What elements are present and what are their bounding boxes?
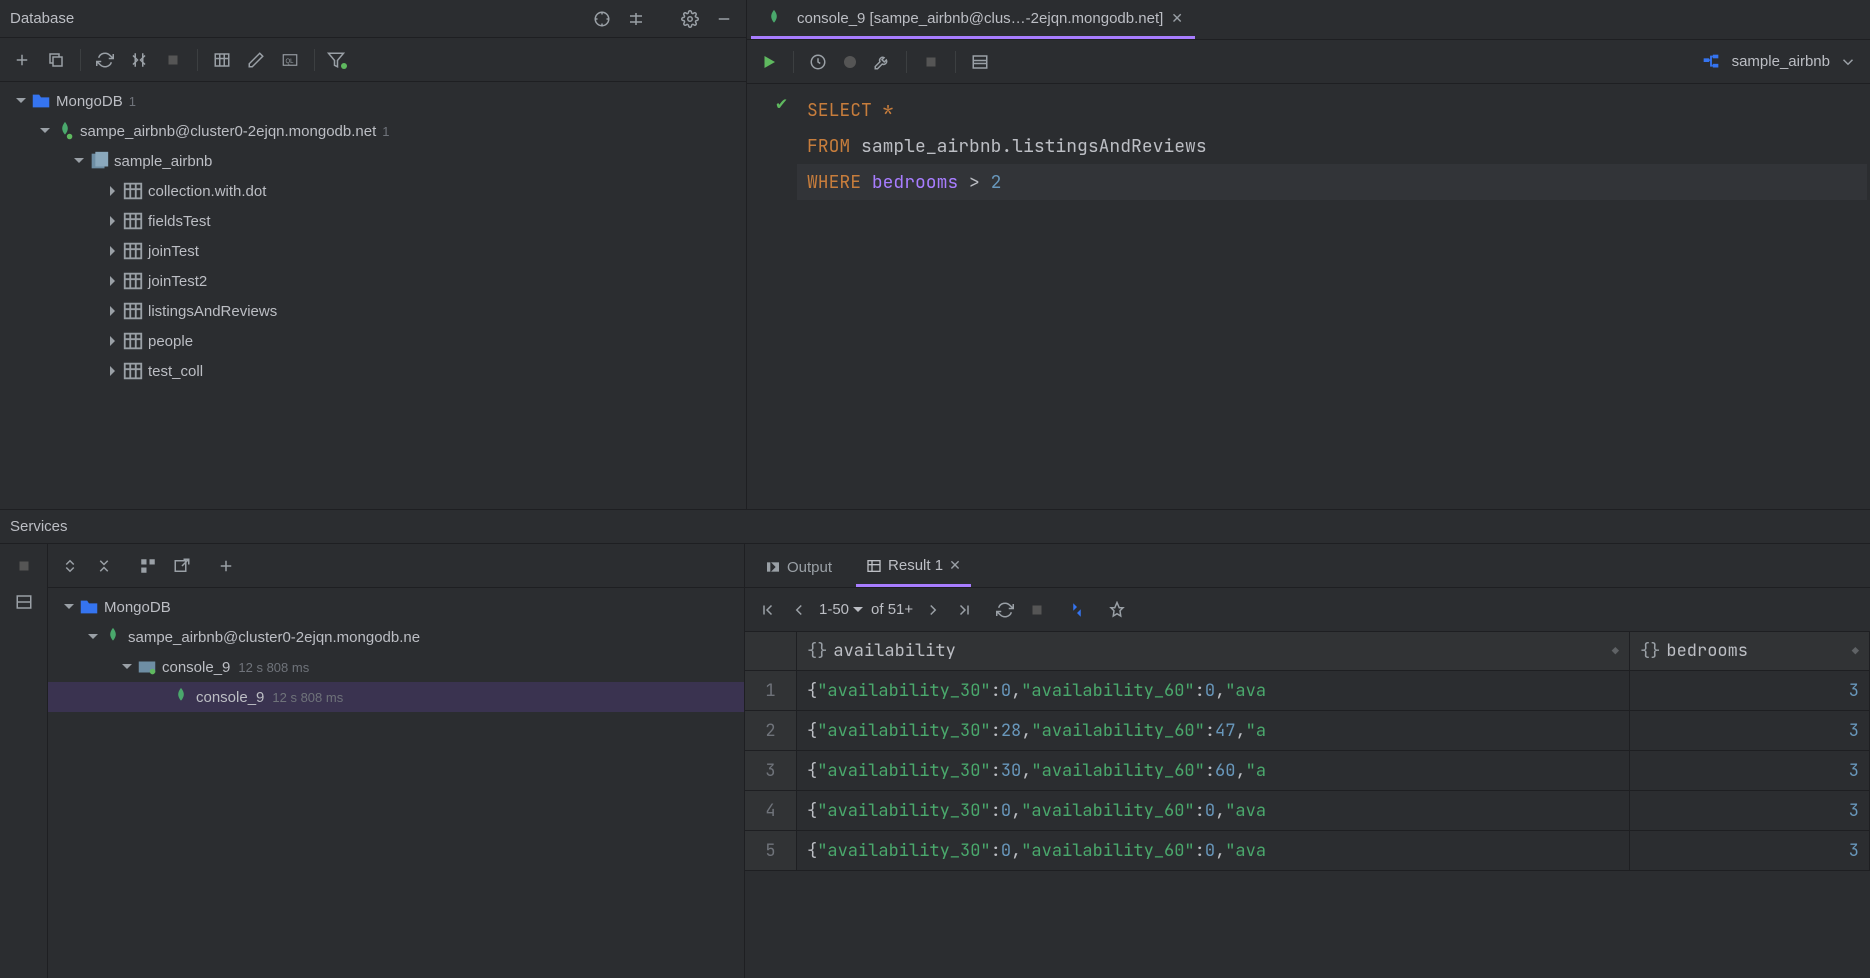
collapse-all-icon[interactable] xyxy=(92,554,116,578)
services-tree: MongoDB sampe_airbnb@cluster0-2ejqn.mong… xyxy=(48,588,744,978)
layout-icon[interactable] xyxy=(12,590,36,614)
duplicate-icon[interactable] xyxy=(44,48,68,72)
svc-console-item[interactable]: console_9 12 s 808 ms xyxy=(48,682,744,712)
tree-schema[interactable]: sample_airbnb xyxy=(0,146,746,176)
diff-icon[interactable] xyxy=(127,48,151,72)
last-page-icon[interactable] xyxy=(953,598,977,622)
stop-services-icon[interactable] xyxy=(12,554,36,578)
tree-collection[interactable]: joinTest2 xyxy=(0,266,746,296)
svg-text:QL: QL xyxy=(286,59,295,65)
rollback-icon[interactable] xyxy=(838,50,862,74)
tree-datasource[interactable]: sampe_airbnb@cluster0-2ejqn.mongodb.net … xyxy=(0,116,746,146)
pin-icon[interactable] xyxy=(1105,598,1129,622)
compare-icon[interactable] xyxy=(1065,598,1089,622)
result-view-icon[interactable] xyxy=(968,50,992,74)
svc-datasource[interactable]: sampe_airbnb@cluster0-2ejqn.mongodb.ne xyxy=(48,622,744,652)
schema-icon xyxy=(1700,51,1722,73)
prev-page-icon[interactable] xyxy=(787,598,811,622)
results-panel: Output Result 1 ✕ 1-50 of 51+ xyxy=(745,544,1870,978)
next-page-icon[interactable] xyxy=(921,598,945,622)
wrench-icon[interactable] xyxy=(870,50,894,74)
editor-tab-console9[interactable]: console_9 [sampe_airbnb@clus…-2ejqn.mong… xyxy=(751,1,1195,39)
database-toolbar: QL xyxy=(0,38,746,82)
edit-icon[interactable] xyxy=(244,48,268,72)
tree-collection[interactable]: collection.with.dot xyxy=(0,176,746,206)
target-icon[interactable] xyxy=(590,7,614,31)
svc-root-mongodb[interactable]: MongoDB xyxy=(48,592,744,622)
results-table[interactable]: {} availability ◆ {} bedrooms ◆ 1{"avail… xyxy=(745,632,1870,978)
stop-icon[interactable] xyxy=(161,48,185,72)
add-icon[interactable] xyxy=(10,48,34,72)
filter-icon[interactable] xyxy=(327,48,351,72)
database-panel: Database QL xyxy=(0,0,747,509)
svc-console-group[interactable]: console_9 12 s 808 ms xyxy=(48,652,744,682)
open-new-icon[interactable] xyxy=(170,554,194,578)
tree-collection[interactable]: fieldsTest xyxy=(0,206,746,236)
chevron-down-icon[interactable] xyxy=(1836,50,1860,74)
tree-root-mongodb[interactable]: MongoDB 1 xyxy=(0,86,746,116)
schema-indicator[interactable]: sample_airbnb xyxy=(1732,53,1830,70)
services-toolbar xyxy=(48,544,744,588)
close-result-icon[interactable]: ✕ xyxy=(949,557,961,574)
checkmark-icon: ✔ xyxy=(747,92,787,115)
reload-icon[interactable] xyxy=(993,598,1017,622)
table-row[interactable]: 4{"availability_30": 0, "availability_60… xyxy=(745,791,1870,831)
editor-toolbar: sample_airbnb xyxy=(747,40,1870,84)
tab-output[interactable]: Output xyxy=(755,547,842,587)
tree-collection[interactable]: listingsAndReviews xyxy=(0,296,746,326)
close-icon[interactable]: ✕ xyxy=(1171,10,1183,27)
tree-collection[interactable]: people xyxy=(0,326,746,356)
table-row[interactable]: 3{"availability_30": 30, "availability_6… xyxy=(745,751,1870,791)
run-icon[interactable] xyxy=(757,50,781,74)
tree-collection[interactable]: test_coll xyxy=(0,356,746,386)
tab-result1[interactable]: Result 1 ✕ xyxy=(856,547,971,587)
editor-tabs: console_9 [sampe_airbnb@clus…-2ejqn.mong… xyxy=(747,0,1870,40)
row-total: of 51+ xyxy=(871,601,913,618)
database-tree: MongoDB 1 sampe_airbnb@cluster0-2ejqn.mo… xyxy=(0,82,746,509)
split-icon[interactable] xyxy=(624,7,648,31)
table-view-icon[interactable] xyxy=(210,48,234,72)
results-toolbar: 1-50 of 51+ xyxy=(745,588,1870,632)
services-panel: Services xyxy=(0,510,1870,978)
group-icon[interactable] xyxy=(136,554,160,578)
gear-icon[interactable] xyxy=(678,7,702,31)
column-bedrooms[interactable]: {} bedrooms ◆ xyxy=(1630,632,1870,670)
services-title: Services xyxy=(10,518,1860,535)
table-row[interactable]: 1{"availability_30": 0, "availability_60… xyxy=(745,671,1870,711)
editor-panel: console_9 [sampe_airbnb@clus…-2ejqn.mong… xyxy=(747,0,1870,509)
cancel-icon[interactable] xyxy=(1025,598,1049,622)
table-row[interactable]: 5{"availability_30": 0, "availability_60… xyxy=(745,831,1870,871)
column-availability[interactable]: {} availability ◆ xyxy=(797,632,1630,670)
expand-all-icon[interactable] xyxy=(58,554,82,578)
row-range[interactable]: 1-50 xyxy=(819,601,863,618)
tree-collection[interactable]: joinTest xyxy=(0,236,746,266)
first-page-icon[interactable] xyxy=(755,598,779,622)
ql-console-icon[interactable]: QL xyxy=(278,48,302,72)
minimize-icon[interactable] xyxy=(712,7,736,31)
table-row[interactable]: 2{"availability_30": 28, "availability_6… xyxy=(745,711,1870,751)
database-title: Database xyxy=(10,10,590,27)
stop-query-icon[interactable] xyxy=(919,50,943,74)
sql-editor[interactable]: ✔ SELECT * FROM sample_airbnb.listingsAn… xyxy=(747,84,1870,509)
history-icon[interactable] xyxy=(806,50,830,74)
refresh-icon[interactable] xyxy=(93,48,117,72)
add-service-icon[interactable] xyxy=(214,554,238,578)
